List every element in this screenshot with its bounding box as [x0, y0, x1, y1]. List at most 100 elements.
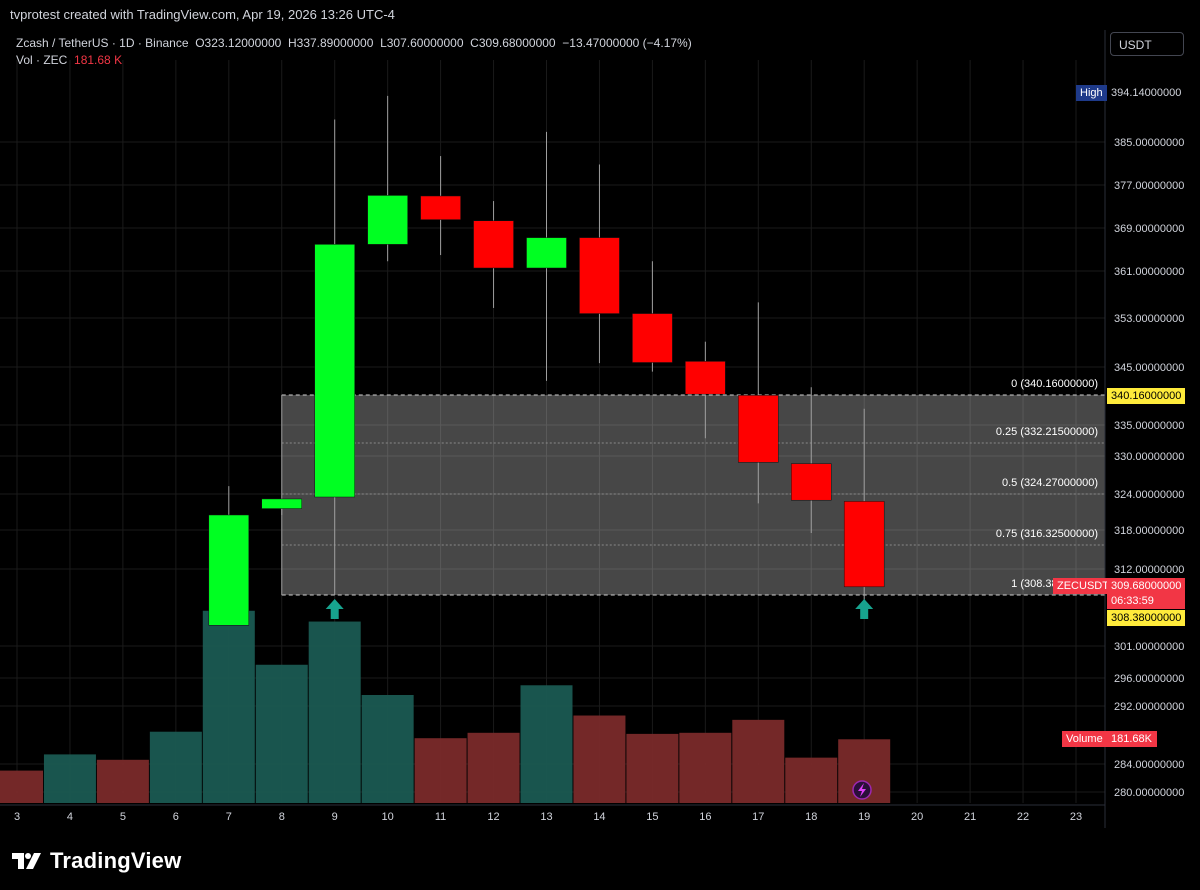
- x-tick-label: 23: [1070, 811, 1082, 823]
- chart-frame[interactable]: 0 (340.16000000) 0.25 (332.21500000) 0.5 (…: [0, 30, 1200, 830]
- legend-open: 323.12000000: [204, 36, 282, 50]
- y-tick-label: 292.00000000: [1114, 701, 1184, 713]
- x-tick-label: 21: [964, 811, 976, 823]
- volume-bar: [679, 732, 732, 803]
- legend-change: −13.47000000 (−4.17%): [562, 36, 692, 50]
- legend-symbol: Zcash / TetherUS · 1D · Binance: [16, 36, 189, 50]
- y-tick-label: 318.00000000: [1114, 525, 1184, 537]
- credit-text: tvprotest created with TradingView.com, …: [10, 7, 395, 22]
- x-tick-label: 12: [487, 811, 499, 823]
- y-tick-label: 301.00000000: [1114, 641, 1184, 653]
- y-tick-label: 296.00000000: [1114, 673, 1184, 685]
- legend-open-label: O: [195, 36, 205, 50]
- legend-ohlc: Zcash / TetherUS · 1D · Binance O323.120…: [16, 36, 692, 50]
- tradingview-logo[interactable]: TradingView: [12, 848, 181, 874]
- top-bar: tvprotest created with TradingView.com, …: [0, 0, 1200, 30]
- candle-body: [526, 237, 567, 269]
- volume-bar: [149, 731, 202, 803]
- high-value-tag: 394.14000000: [1107, 85, 1185, 101]
- countdown-tag: 06:33:59: [1107, 593, 1185, 609]
- candle-body: [314, 244, 355, 498]
- legend-low: 307.60000000: [386, 36, 464, 50]
- volume-label-tag: Volume: [1062, 731, 1107, 747]
- candle-body: [843, 501, 885, 588]
- candle-body: [473, 220, 514, 269]
- x-tick-label: 18: [805, 811, 817, 823]
- price-chart[interactable]: 0 (340.16000000) 0.25 (332.21500000) 0.5 (…: [0, 30, 1200, 830]
- candle-body: [208, 514, 250, 626]
- candle-body: [632, 313, 673, 363]
- candle-body: [420, 195, 461, 220]
- volume-bar: [520, 685, 573, 803]
- x-tick-label: 8: [279, 811, 285, 823]
- x-tick-label: 16: [699, 811, 711, 823]
- x-tick-label: 10: [382, 811, 394, 823]
- x-tick-label: 17: [752, 811, 764, 823]
- volume-bar: [732, 719, 785, 803]
- volume-bar: [785, 757, 838, 803]
- up-arrow-icon: [325, 599, 344, 619]
- high-label-tag: High: [1076, 85, 1107, 101]
- fib-level-label: 0.5 (324.27000000): [1002, 477, 1098, 489]
- y-tick-label: 385.00000000: [1114, 137, 1184, 149]
- fib-zone: [281, 395, 1105, 595]
- y-tick-label: 369.00000000: [1114, 223, 1184, 235]
- legend-high: 337.89000000: [296, 36, 374, 50]
- up-arrow-icon: [855, 599, 874, 619]
- legend-volume: Vol · ZEC 181.68 K: [16, 53, 122, 67]
- legend-close: 309.68000000: [478, 36, 556, 50]
- fib-1-price-tag: 308.38000000: [1107, 610, 1185, 626]
- y-tick-label: 312.00000000: [1114, 564, 1184, 576]
- candle-body: [367, 195, 408, 245]
- fib-level-label: 0.75 (316.32500000): [996, 528, 1098, 540]
- legend-vol-label: Vol · ZEC: [16, 53, 68, 67]
- legend-high-label: H: [287, 36, 297, 50]
- volume-bar: [467, 732, 520, 803]
- fib-0-price-tag: 340.16000000: [1107, 388, 1185, 404]
- y-tick-label: 377.00000000: [1114, 180, 1184, 192]
- symbol-tag: ZECUSDT: [1053, 578, 1109, 594]
- x-tick-label: 6: [173, 811, 179, 823]
- y-tick-label: 361.00000000: [1114, 266, 1184, 278]
- x-tick-label: 15: [646, 811, 658, 823]
- volume-bar: [255, 664, 308, 803]
- candle-body: [738, 395, 779, 463]
- fib-level-label: 0.25 (332.21500000): [996, 426, 1098, 438]
- tradingview-logo-icon: [12, 853, 41, 869]
- legend-close-label: C: [470, 36, 479, 50]
- currency-button[interactable]: USDT: [1110, 32, 1184, 56]
- candle-body: [685, 361, 726, 395]
- legend-vol-value: 181.68 K: [74, 53, 123, 67]
- footer: TradingView: [0, 830, 1200, 890]
- candle-body: [791, 463, 832, 501]
- volume-bar: [0, 770, 43, 803]
- fib-level-label: 0 (340.16000000): [1011, 378, 1098, 390]
- x-tick-label: 3: [14, 811, 20, 823]
- volume-bar: [43, 754, 96, 803]
- legend-low-label: L: [380, 36, 387, 50]
- volume-bar: [202, 610, 255, 803]
- volume-bar: [96, 759, 149, 803]
- brand-text: TradingView: [50, 848, 182, 873]
- x-tick-label: 19: [858, 811, 870, 823]
- y-tick-label: 284.00000000: [1114, 759, 1184, 771]
- last-price-tag: 309.68000000: [1107, 578, 1185, 594]
- x-tick-label: 20: [911, 811, 923, 823]
- volume-value-tag: 181.68K: [1107, 731, 1157, 747]
- x-tick-label: 22: [1017, 811, 1029, 823]
- volume-bar: [573, 715, 626, 803]
- candle-body: [261, 498, 302, 509]
- volume-bar: [626, 733, 679, 803]
- x-tick-label: 4: [67, 811, 73, 823]
- volume-bar: [308, 621, 361, 803]
- x-tick-label: 7: [226, 811, 232, 823]
- volume-bar: [414, 738, 467, 803]
- y-tick-label: 353.00000000: [1114, 313, 1184, 325]
- y-tick-label: 280.00000000: [1114, 787, 1184, 799]
- x-tick-label: 14: [593, 811, 605, 823]
- volume-bar: [361, 695, 414, 803]
- x-tick-label: 5: [120, 811, 126, 823]
- y-tick-label: 330.00000000: [1114, 451, 1184, 463]
- y-tick-label: 324.00000000: [1114, 489, 1184, 501]
- x-tick-label: 11: [435, 811, 446, 823]
